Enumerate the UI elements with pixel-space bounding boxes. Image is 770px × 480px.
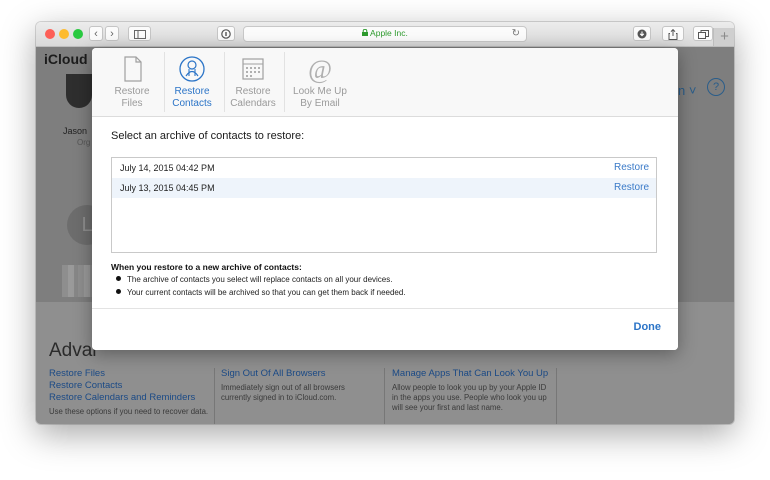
restore-note-bullet: The archive of contacts you select will … xyxy=(116,275,392,284)
restore-link[interactable]: Restore xyxy=(614,158,649,178)
archive-row[interactable]: July 14, 2015 04:42 PM Restore xyxy=(112,158,656,178)
user-photo xyxy=(66,74,92,108)
restore-note-heading: When you restore to a new archive of con… xyxy=(111,262,302,272)
restore-contacts-link[interactable]: Restore Contacts xyxy=(49,380,209,392)
user-name: Jason xyxy=(63,126,88,136)
tab-look-me-up[interactable]: @ Look Me Up By Email xyxy=(288,54,352,114)
download-button[interactable] xyxy=(633,26,651,41)
tabs-button[interactable] xyxy=(693,26,713,41)
share-icon xyxy=(668,28,678,40)
forward-button[interactable]: › xyxy=(105,26,119,41)
close-window-button[interactable] xyxy=(45,29,55,39)
manage-apps-link[interactable]: Manage Apps That Can Look You Up xyxy=(392,368,552,380)
sign-out-description: Immediately sign out of all browsers cur… xyxy=(221,383,345,402)
svg-text:@: @ xyxy=(308,55,332,84)
archive-row[interactable]: July 13, 2015 04:45 PM Restore xyxy=(112,178,656,198)
file-icon xyxy=(124,56,142,82)
restore-note-bullet: Your current contacts will be archived s… xyxy=(116,288,406,297)
restore-contacts-dialog: Restore Files Restore Contacts Restore C… xyxy=(92,48,678,350)
tabs-icon xyxy=(697,30,709,39)
archive-date: July 14, 2015 04:42 PM xyxy=(120,163,215,173)
user-org: Org xyxy=(77,138,91,147)
tab-restore-files[interactable]: Restore Files xyxy=(100,54,164,114)
advanced-restore-column: Restore Files Restore Contacts Restore C… xyxy=(49,368,209,417)
minimize-window-button[interactable] xyxy=(59,29,69,39)
reader-button[interactable] xyxy=(217,26,235,41)
back-button[interactable]: ‹ xyxy=(89,26,103,41)
manage-apps-description: Allow people to look you up by your Appl… xyxy=(392,383,547,412)
browser-toolbar: ‹ › Apple Inc. ↻ + xyxy=(36,22,734,47)
restore-prompt: Select an archive of contacts to restore… xyxy=(111,130,305,142)
tab-restore-contacts[interactable]: Restore Contacts xyxy=(160,54,224,114)
lock-icon xyxy=(362,28,369,36)
download-icon xyxy=(637,29,647,39)
archive-date: July 13, 2015 04:45 PM xyxy=(120,183,215,193)
done-button[interactable]: Done xyxy=(634,321,662,333)
forward-icon: › xyxy=(110,28,114,40)
new-tab-icon[interactable]: + xyxy=(713,28,734,46)
restore-files-link[interactable]: Restore Files xyxy=(49,368,209,380)
advanced-lookup-column: Manage Apps That Can Look You Up Allow p… xyxy=(392,368,552,413)
share-button[interactable] xyxy=(662,26,684,41)
help-icon[interactable]: ? xyxy=(707,78,725,96)
address-text: Apple Inc. xyxy=(370,28,408,38)
calendar-icon xyxy=(242,58,264,80)
sign-out-browsers-link[interactable]: Sign Out Of All Browsers xyxy=(221,368,371,380)
dialog-toolbar: Restore Files Restore Contacts Restore C… xyxy=(92,48,678,117)
reader-icon xyxy=(221,29,231,39)
back-icon: ‹ xyxy=(94,28,98,40)
restore-link[interactable]: Restore xyxy=(614,178,649,198)
advanced-signout-column: Sign Out Of All Browsers Immediately sig… xyxy=(221,368,371,403)
contacts-icon xyxy=(179,56,205,82)
restore-calendars-link[interactable]: Restore Calendars and Reminders xyxy=(49,392,209,404)
address-bar[interactable]: Apple Inc. ↻ xyxy=(243,26,527,42)
sidebar-button[interactable] xyxy=(128,26,151,41)
tab-restore-calendars[interactable]: Restore Calendars xyxy=(221,54,285,114)
sidebar-icon xyxy=(133,30,146,39)
at-icon: @ xyxy=(308,55,332,84)
restore-description: Use these options if you need to recover… xyxy=(49,407,209,416)
dialog-footer: Done xyxy=(92,308,678,350)
account-menu[interactable]: n ˅ xyxy=(678,83,696,98)
archive-list: July 14, 2015 04:42 PM Restore July 13, … xyxy=(111,157,657,253)
reload-icon[interactable]: ↻ xyxy=(512,28,520,39)
zoom-window-button[interactable] xyxy=(73,29,83,39)
